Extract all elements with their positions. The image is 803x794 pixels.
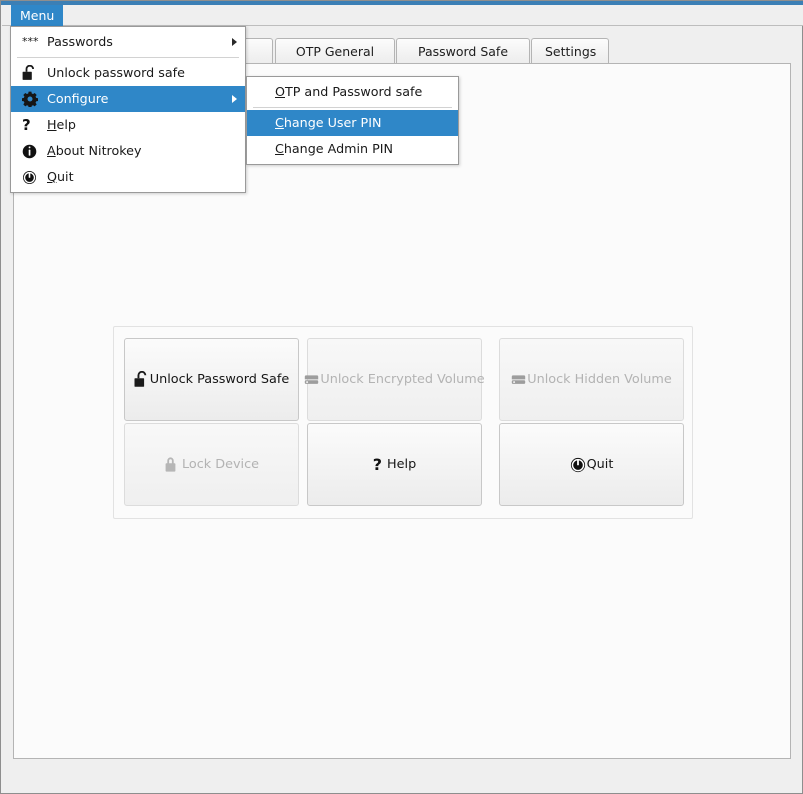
app-window: Menu on OTP General Password Safe Settin… (0, 0, 803, 794)
tab-otp-general[interactable]: OTP General (275, 38, 395, 64)
unlock-encrypted-volume-button[interactable]: Unlock Encrypted Volume (304, 338, 485, 421)
button-label: Lock Device (181, 457, 259, 472)
submenu-item-otp-and-password-safe[interactable]: OTP and Password safe (247, 79, 458, 105)
unlock-hidden-volume-button[interactable]: Unlock Hidden Volume (499, 338, 684, 421)
menu-item-passwords[interactable]: *** Passwords (11, 29, 245, 55)
button-label: Quit (586, 457, 614, 472)
hard-drive-icon (511, 372, 526, 387)
power-icon (22, 164, 40, 190)
gear-icon (22, 86, 40, 112)
info-circle-icon (22, 138, 40, 164)
unlock-padlock-icon (134, 371, 149, 388)
menubar-item-menu-label: Menu (20, 8, 55, 23)
button-label: Unlock Hidden Volume (527, 372, 672, 387)
menu-item-label: Configure (47, 91, 109, 106)
chevron-right-icon (232, 38, 237, 46)
menubar-item-menu[interactable]: Menu (11, 5, 64, 26)
chevron-right-icon (232, 95, 237, 103)
question-mark-icon: ? (372, 454, 383, 474)
tab-label: Password Safe (417, 44, 509, 59)
submenu-item-label: OTP and Password safe (275, 84, 423, 99)
unlock-password-safe-button[interactable]: Unlock Password Safe (124, 338, 299, 421)
asterisks-icon: *** (22, 35, 39, 48)
power-icon (570, 457, 586, 473)
button-label: Help (387, 457, 417, 472)
menu-item-quit[interactable]: Quit (11, 164, 245, 190)
quit-button[interactable]: Quit (499, 423, 684, 506)
submenu-item-label: Change Admin PIN (275, 141, 393, 156)
menu-bar: Menu (2, 5, 803, 26)
lock-device-button[interactable]: Lock Device (124, 423, 299, 506)
menu-item-label: Help (47, 117, 76, 132)
menu-item-configure[interactable]: Configure (11, 86, 245, 112)
tab-password-safe[interactable]: Password Safe (396, 38, 530, 64)
action-button-group: Unlock Password Safe Unlock Encrypted Vo… (113, 326, 693, 519)
menu-item-label: About Nitrokey (47, 143, 142, 158)
menu-item-label: Quit (47, 169, 74, 184)
tab-label: Settings (545, 44, 597, 59)
tab-settings[interactable]: Settings (531, 38, 609, 64)
button-label: Unlock Password Safe (149, 372, 290, 387)
hard-drive-icon (304, 372, 319, 387)
button-label: Unlock Encrypted Volume (320, 372, 485, 387)
menu-item-label: Unlock password safe (47, 65, 185, 80)
submenu-item-label: Change User PIN (275, 115, 382, 130)
menu-dropdown: *** Passwords Unlock password safe Confi… (10, 26, 246, 193)
tab-label: OTP General (295, 44, 375, 59)
menu-separator (17, 57, 239, 58)
unlock-padlock-icon (22, 60, 40, 86)
lock-padlock-icon (164, 456, 177, 473)
menu-item-help[interactable]: ? Help (11, 112, 245, 138)
submenu-item-change-admin-pin[interactable]: Change Admin PIN (247, 136, 458, 162)
submenu-item-change-user-pin[interactable]: Change User PIN (247, 110, 458, 136)
question-mark-icon: ? (22, 116, 31, 134)
menu-item-unlock-password-safe[interactable]: Unlock password safe (11, 60, 245, 86)
menu-item-label: Passwords (47, 34, 113, 49)
menu-item-about-nitrokey[interactable]: About Nitrokey (11, 138, 245, 164)
configure-submenu: OTP and Password safe Change User PIN Ch… (246, 76, 459, 165)
submenu-separator (253, 107, 452, 108)
help-button[interactable]: ? Help (307, 423, 482, 506)
